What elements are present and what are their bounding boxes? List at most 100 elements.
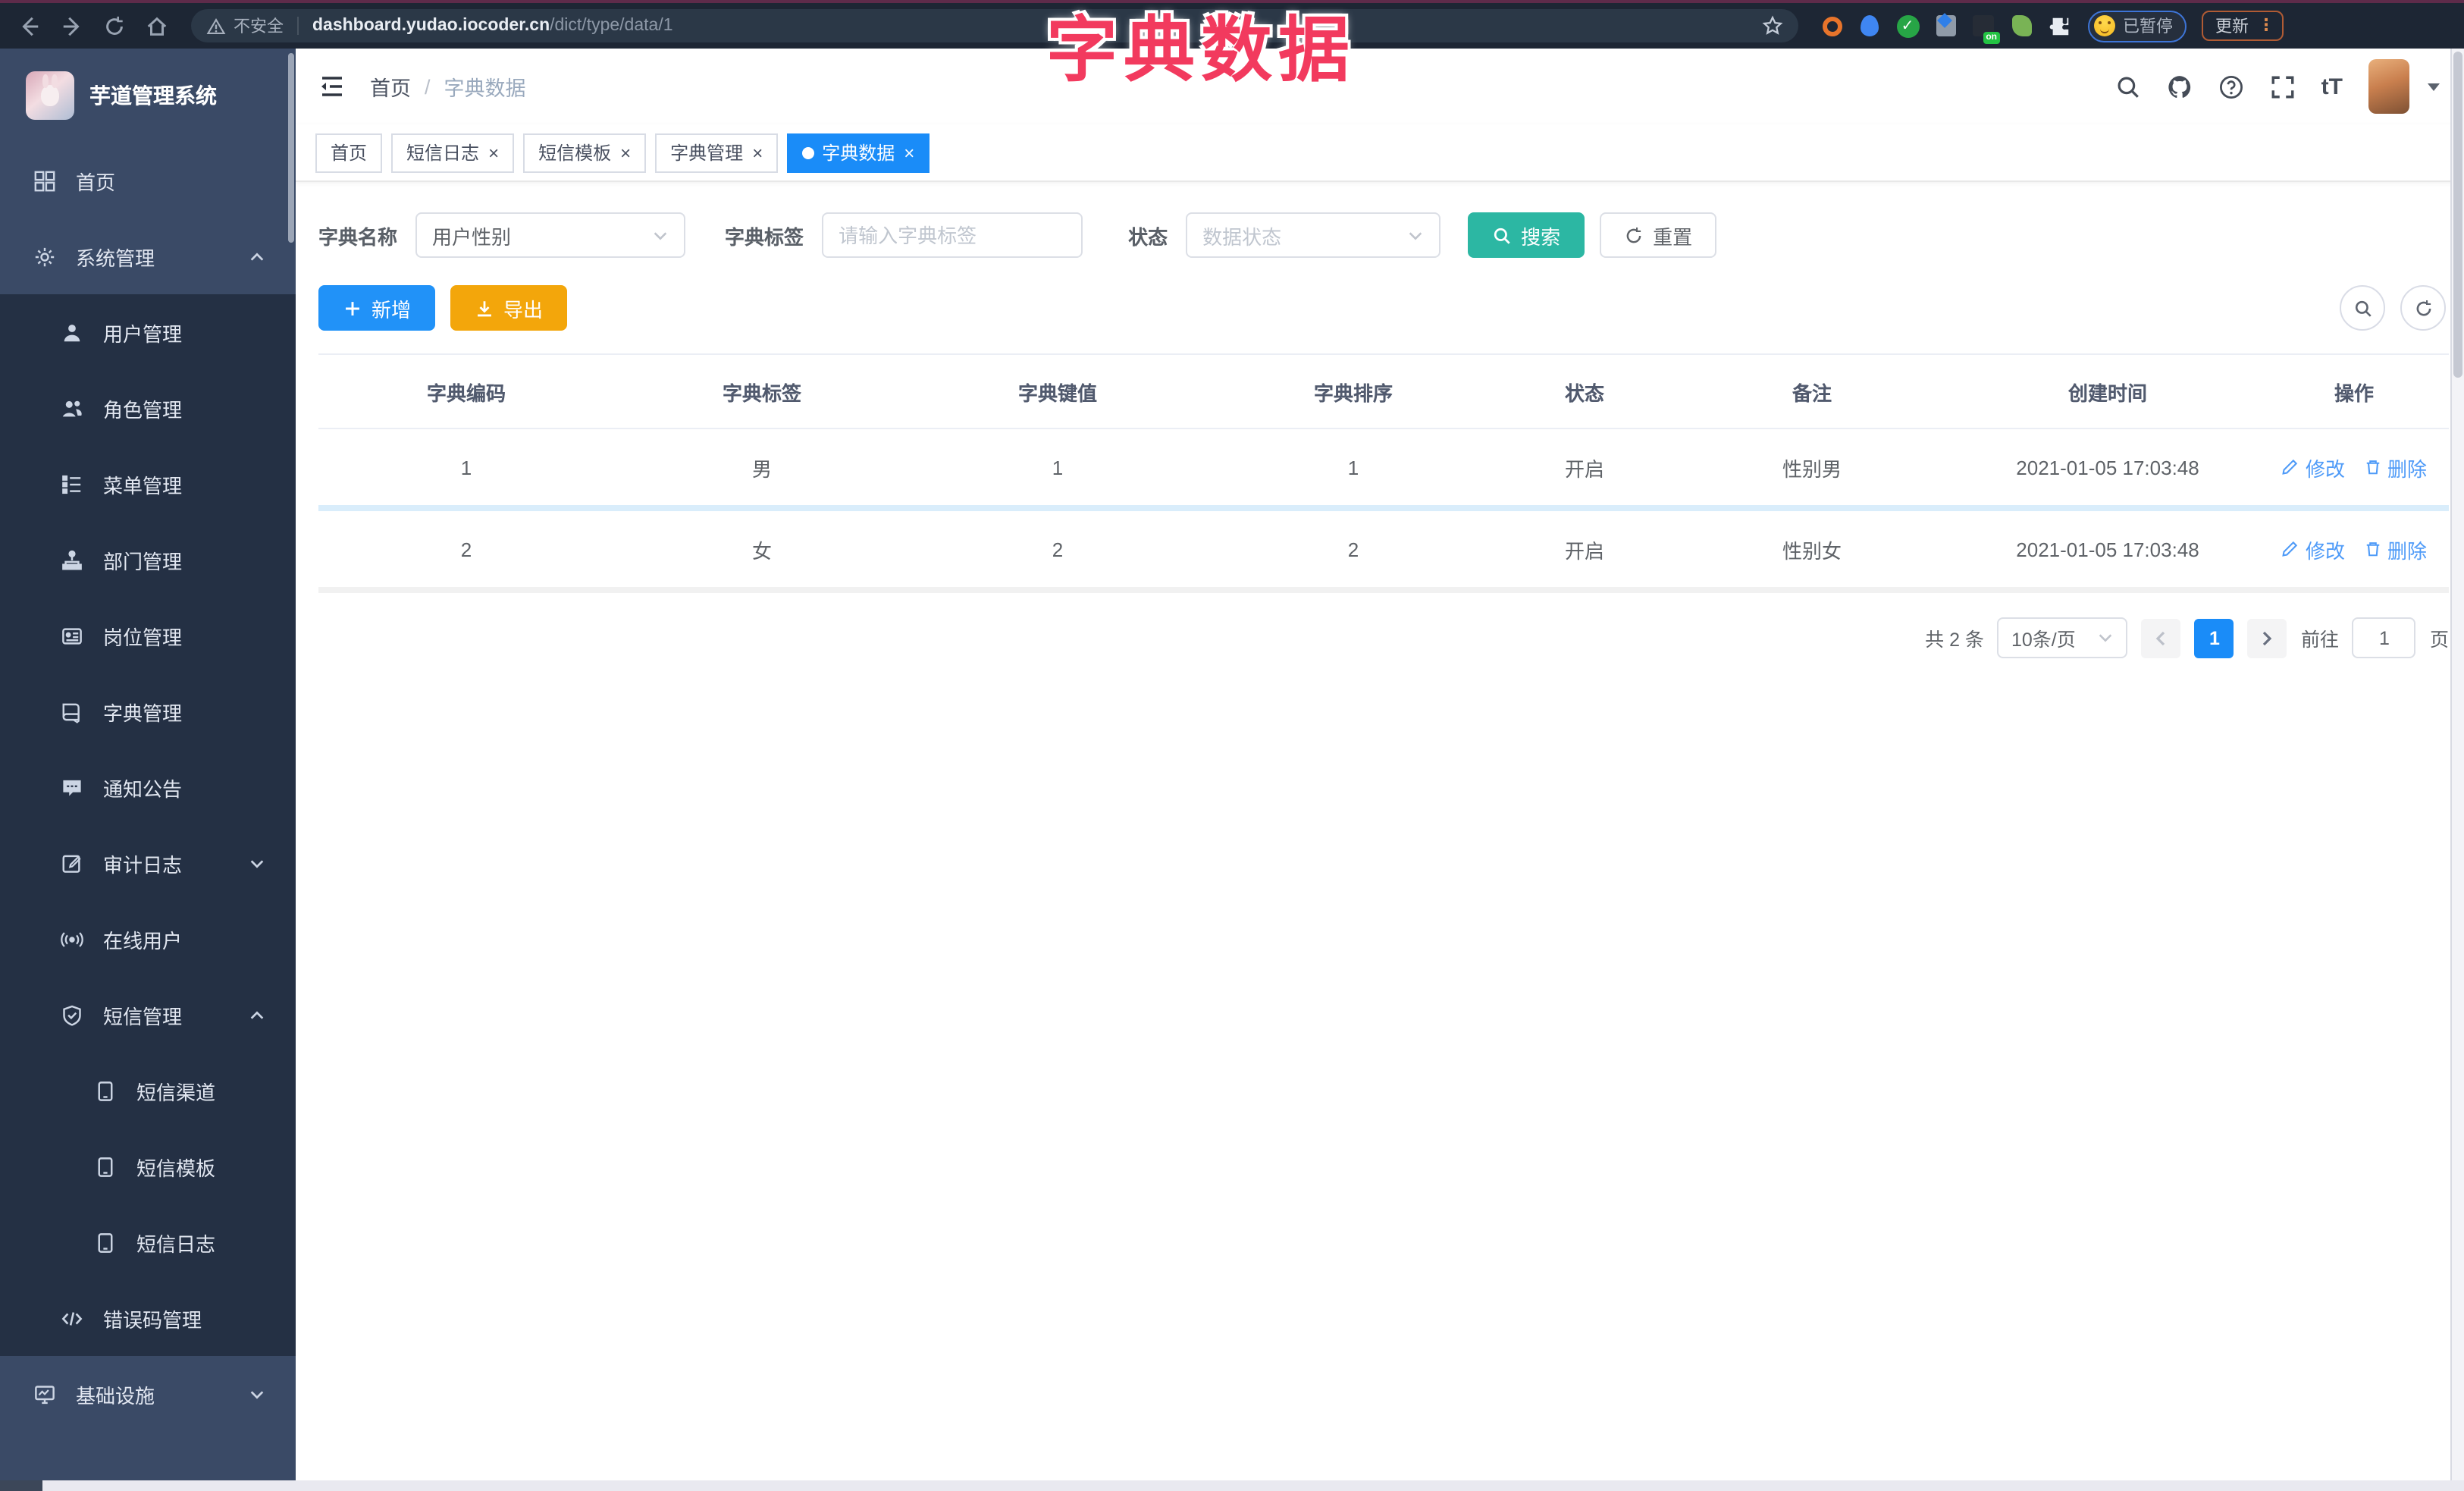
- status-select[interactable]: 数据状态: [1186, 212, 1441, 258]
- text-size-icon[interactable]: tT: [2321, 74, 2343, 99]
- edit-link[interactable]: 修改: [2281, 453, 2345, 482]
- close-icon[interactable]: ×: [488, 143, 499, 162]
- sidebar-item-system-mgmt[interactable]: 系统管理: [0, 218, 296, 294]
- extension-blue-icon[interactable]: [1857, 14, 1882, 38]
- dict-name-label: 字典名称: [318, 225, 398, 248]
- tab-sms-log[interactable]: 短信日志 ×: [391, 133, 515, 172]
- sidebar-item-audit-log[interactable]: 审计日志: [0, 825, 296, 901]
- refresh-icon: [1626, 226, 1641, 243]
- extension-orange-icon[interactable]: [1820, 14, 1844, 38]
- sidebar-item-notice[interactable]: 通知公告: [0, 749, 296, 825]
- edit-pencil-icon: [2283, 541, 2299, 557]
- back-icon[interactable]: [17, 13, 42, 39]
- tab-dict-data[interactable]: 字典数据 ×: [787, 133, 930, 172]
- github-icon[interactable]: [2167, 74, 2193, 99]
- refresh-circle-button[interactable]: [2400, 285, 2446, 331]
- sidebar-item-dict-mgmt[interactable]: 字典管理: [0, 673, 296, 749]
- search-button[interactable]: 搜索: [1468, 212, 1585, 258]
- code-icon: [61, 1311, 83, 1325]
- extensions-puzzle-icon[interactable]: [2047, 14, 2071, 38]
- users-icon: [62, 400, 82, 416]
- header-search-icon[interactable]: [2115, 74, 2141, 99]
- profile-paused-chip[interactable]: 已暂停: [2088, 10, 2187, 42]
- close-icon[interactable]: ×: [904, 143, 914, 162]
- phone-icon: [98, 1232, 113, 1252]
- page-size-select[interactable]: 10条/页: [1997, 617, 2128, 658]
- sidebar-item-error-code-mgmt[interactable]: 错误码管理: [0, 1280, 296, 1356]
- infra-monitor-icon: [35, 1385, 55, 1404]
- horizontal-scrollbar-track[interactable]: [0, 1480, 2464, 1491]
- sidebar-item-menu-mgmt[interactable]: 菜单管理: [0, 446, 296, 522]
- dashboard-icon: [34, 170, 55, 191]
- col-header-status: 状态: [1564, 381, 1604, 404]
- fullscreen-icon[interactable]: [2270, 74, 2296, 99]
- page-number-1[interactable]: 1: [2194, 618, 2234, 658]
- breadcrumb: 首页 / 字典数据: [370, 71, 526, 102]
- plus-icon: [346, 301, 359, 315]
- extension-green-check-icon[interactable]: ✓: [1895, 14, 1920, 38]
- address-bar[interactable]: 不安全 dashboard.yudao.iocoder.cn /dict/typ…: [191, 9, 1798, 42]
- brand[interactable]: 芋道管理系统: [0, 49, 296, 143]
- chrome-menu-kebab-icon[interactable]: ⋮: [2258, 17, 2274, 33]
- message-bubble-icon: [63, 779, 81, 796]
- next-page-button[interactable]: [2247, 618, 2287, 658]
- table-row: 1 男 1 1 开启 性别男 2021-01-05 17:03:48 修改 删除: [318, 429, 2449, 511]
- reload-icon[interactable]: [102, 13, 127, 39]
- delete-link[interactable]: 删除: [2363, 535, 2427, 563]
- col-header-remark: 备注: [1792, 381, 1832, 404]
- sidebar-scrollbar-thumb[interactable]: [288, 53, 294, 243]
- window-scrollbar-track[interactable]: [2450, 49, 2464, 1480]
- trash-icon: [2365, 542, 2379, 557]
- sidebar-item-post-mgmt[interactable]: 岗位管理: [0, 598, 296, 673]
- sidebar-item-sms-log[interactable]: 短信日志: [0, 1204, 296, 1280]
- url-path: /dict/type/data/1: [550, 17, 673, 35]
- tab-home[interactable]: 首页: [315, 133, 383, 172]
- edit-link[interactable]: 修改: [2281, 535, 2345, 563]
- extension-on-badge-icon[interactable]: on: [1971, 14, 2000, 44]
- tab-sms-template[interactable]: 短信模板 ×: [523, 133, 647, 172]
- add-button[interactable]: 新增: [318, 285, 436, 331]
- chevron-down-icon: [1407, 227, 1424, 243]
- breadcrumb-home[interactable]: 首页: [370, 71, 411, 102]
- org-tree-icon: [62, 549, 82, 570]
- export-button[interactable]: 导出: [450, 285, 568, 331]
- table-row: 2 女 2 2 开启 性别女 2021-01-05 17:03:48 修改 删除: [318, 511, 2449, 593]
- avatar-caret-down-icon[interactable]: [2426, 79, 2441, 94]
- sidebar-item-home[interactable]: 首页: [0, 143, 296, 218]
- screenshot-root: 不安全 dashboard.yudao.iocoder.cn /dict/typ…: [0, 0, 2464, 1491]
- user-avatar[interactable]: [2368, 59, 2409, 114]
- sidebar-item-infrastructure[interactable]: 基础设施: [0, 1356, 296, 1432]
- sidebar-item-online-users[interactable]: 在线用户: [0, 901, 296, 977]
- close-icon[interactable]: ×: [620, 143, 631, 162]
- sidebar-item-sms-channel[interactable]: 短信渠道: [0, 1053, 296, 1128]
- close-icon[interactable]: ×: [752, 143, 763, 162]
- chevron-right-icon: [2263, 630, 2273, 645]
- browser-update-button[interactable]: 更新 ⋮: [2202, 11, 2284, 41]
- extensions-row: ✓ on: [1820, 14, 2071, 44]
- dict-tag-input[interactable]: [822, 212, 1083, 258]
- extension-green-leaf-icon[interactable]: [2009, 14, 2033, 38]
- sidebar-item-sms-template[interactable]: 短信模板: [0, 1128, 296, 1204]
- home-icon[interactable]: [144, 13, 170, 39]
- help-question-icon[interactable]: [2218, 74, 2244, 99]
- window-scrollbar-thumb[interactable]: [2453, 52, 2462, 378]
- bookmark-star-icon[interactable]: [1762, 15, 1783, 36]
- sidebar-item-dept-mgmt[interactable]: 部门管理: [0, 522, 296, 598]
- goto-page-input[interactable]: [2352, 617, 2416, 658]
- col-header-label: 字典标签: [722, 381, 801, 404]
- sidebar-item-sms-mgmt[interactable]: 短信管理: [0, 977, 296, 1053]
- extension-gray-icon[interactable]: [1933, 14, 1958, 38]
- tab-dict-mgmt[interactable]: 字典管理 ×: [655, 133, 779, 172]
- forward-icon[interactable]: [59, 13, 85, 39]
- not-secure-warning-icon: [206, 16, 226, 36]
- sidebar-collapse-icon[interactable]: [318, 73, 346, 100]
- sidebar-item-role-mgmt[interactable]: 角色管理: [0, 370, 296, 446]
- dict-name-select[interactable]: 用户性别: [415, 212, 686, 258]
- prev-page-button[interactable]: [2141, 618, 2181, 658]
- show-search-circle-button[interactable]: [2340, 285, 2385, 331]
- scrollbar-corner: [0, 1480, 42, 1491]
- active-tab-dot: [802, 146, 815, 159]
- reset-button[interactable]: 重置: [1600, 212, 1717, 258]
- sidebar-item-user-mgmt[interactable]: 用户管理: [0, 294, 296, 370]
- delete-link[interactable]: 删除: [2363, 453, 2427, 482]
